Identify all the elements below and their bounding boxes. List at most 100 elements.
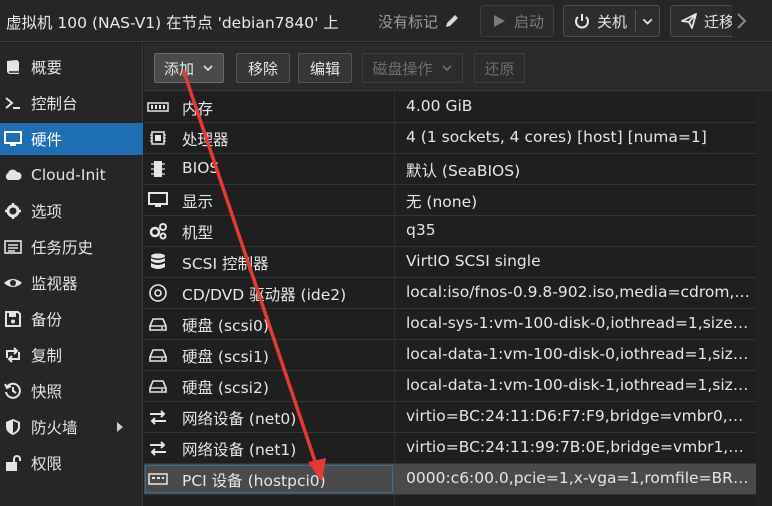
row-key: CD/DVD 驱动器 (ide2) (182, 286, 347, 304)
table-row[interactable]: 网络设备 (net0) virtio=BC:24:11:D6:F7:F9,bri… (144, 402, 756, 433)
revert-button-label: 还原 (484, 59, 515, 78)
table-row[interactable]: 内存 4.00 GiB (144, 92, 756, 123)
row-value: virtio=BC:24:11:D6:F7:F9,bridge=vmbr0,fi… (406, 407, 752, 425)
row-key: 网络设备 (net1) (182, 441, 297, 459)
hdd-icon (149, 349, 167, 362)
sidebar-item-label: 防火墙 (31, 419, 78, 437)
page-header: 虚拟机 100 (NAS-V1) 在节点 'debian7840' 上 没有标记… (0, 0, 772, 42)
sidebar-item-label: 选项 (31, 203, 63, 221)
history-icon (4, 382, 21, 399)
exchange-icon (150, 410, 166, 425)
chevron-down-icon (203, 65, 213, 72)
terminal-icon (5, 97, 20, 109)
row-value: local-data-1:vm-100-disk-1,iothread=1,si… (406, 376, 752, 394)
edit-button[interactable]: 编辑 (298, 53, 352, 83)
add-button[interactable]: 添加 (154, 53, 224, 83)
sidebar-item-label: 快照 (31, 383, 63, 401)
sidebar-item-console[interactable]: 控制台 (0, 87, 143, 119)
row-key: 显示 (182, 193, 214, 211)
cdrom-icon (149, 284, 167, 302)
row-value: 0000:c6:00.0,pcie=1,x-vga=1,romfile=BREN… (406, 469, 752, 487)
table-row[interactable]: BIOS 默认 (SeaBIOS) (144, 154, 756, 185)
sidebar-item-permissions[interactable]: 权限 (0, 447, 143, 479)
row-value: local-sys-1:vm-100-disk-0,iothread=1,siz… (406, 314, 752, 332)
row-value: VirtIO SCSI single (406, 252, 541, 270)
shutdown-button-label: 关机 (597, 12, 628, 31)
unlock-icon (6, 455, 21, 471)
cpu-icon (150, 131, 166, 145)
sidebar-item-firewall[interactable]: 防火墙 (0, 411, 143, 443)
revert-button[interactable]: 还原 (474, 53, 525, 83)
sidebar-item-label: 权限 (31, 455, 63, 473)
chevron-down-icon[interactable] (640, 12, 655, 30)
pencil-icon[interactable] (444, 13, 460, 29)
list-icon (4, 240, 22, 254)
sidebar-item-label: 监视器 (31, 275, 78, 293)
start-button[interactable]: 启动 (480, 5, 554, 37)
row-key: 硬盘 (scsi0) (182, 317, 269, 335)
retweet-icon (6, 347, 20, 363)
migrate-button[interactable]: 迁移 (670, 5, 732, 37)
table-row-selected[interactable]: PCI 设备 (hostpci0) 0000:c6:00.0,pcie=1,x-… (144, 464, 756, 495)
caret-right-icon[interactable] (115, 420, 125, 434)
row-value: 默认 (SeaBIOS) (406, 162, 521, 180)
eye-icon (4, 279, 22, 287)
row-value: 无 (none) (406, 193, 478, 211)
remove-button-label: 移除 (247, 59, 278, 78)
table-row[interactable]: 网络设备 (net1) virtio=BC:24:11:99:7B:0E,bri… (144, 433, 756, 464)
table-row[interactable]: 显示 无 (none) (144, 185, 756, 216)
row-value: 4.00 GiB (406, 97, 473, 115)
table-row[interactable]: CD/DVD 驱动器 (ide2) local:iso/fnos-0.9.8-9… (144, 278, 756, 309)
sidebar-item-label: 任务历史 (31, 239, 94, 257)
database-icon (151, 253, 165, 269)
sidebar-item-replication[interactable]: 复制 (0, 339, 143, 371)
exchange-icon (150, 441, 166, 456)
paper-plane-icon (681, 13, 697, 29)
migrate-button-label: 迁移 (704, 12, 732, 31)
shield-icon (6, 419, 20, 435)
row-key: PCI 设备 (hostpci0) (182, 472, 326, 490)
row-value: local:iso/fnos-0.9.8-902.iso,media=cdrom… (406, 283, 752, 301)
row-key: 硬盘 (scsi1) (182, 348, 269, 366)
sidebar-item-label: Cloud-Init (31, 166, 106, 184)
row-value: local-data-1:vm-100-disk-0,iothread=1,si… (406, 345, 752, 363)
hdd-icon (149, 380, 167, 393)
sidebar-item-snapshots[interactable]: 快照 (0, 375, 143, 407)
disk-action-button[interactable]: 磁盘操作 (362, 53, 463, 83)
microchip-icon (151, 161, 165, 177)
row-key: 内存 (182, 100, 214, 118)
table-row[interactable]: 处理器 4 (1 sockets, 4 cores) [host] [numa=… (144, 123, 756, 154)
remove-button[interactable]: 移除 (236, 53, 290, 83)
hardware-toolbar: 添加 移除 编辑 磁盘操作 还原 (144, 43, 772, 91)
sidebar-item-label: 复制 (31, 347, 63, 365)
table-row[interactable]: SCSI 控制器 VirtIO SCSI single (144, 247, 756, 278)
row-value: virtio=BC:24:11:99:7B:0E,bridge=vmbr1,fi… (406, 438, 752, 456)
sidebar-item-task-history[interactable]: 任务历史 (0, 231, 143, 263)
table-row[interactable]: 硬盘 (scsi2) local-data-1:vm-100-disk-1,io… (144, 371, 756, 402)
row-key: 网络设备 (net0) (182, 410, 297, 428)
sidebar-item-label: 备份 (31, 311, 63, 329)
cogs-icon (149, 223, 167, 240)
vertical-scrollbar[interactable] (756, 92, 772, 506)
sidebar-item-summary[interactable]: 概要 (0, 51, 143, 83)
table-row[interactable]: 硬盘 (scsi1) local-data-1:vm-100-disk-0,io… (144, 340, 756, 371)
sidebar-item-label: 硬件 (31, 131, 63, 149)
sidebar-item-label: 控制台 (31, 95, 78, 113)
chevron-right-icon[interactable] (733, 9, 749, 33)
start-button-label: 启动 (514, 12, 545, 31)
shutdown-button[interactable]: 关机 (563, 5, 660, 37)
sidebar-item-monitor[interactable]: 监视器 (0, 267, 143, 299)
memory-icon (147, 102, 169, 112)
sidebar-item-backup[interactable]: 备份 (0, 303, 143, 335)
row-key: 处理器 (182, 131, 229, 149)
sidebar-item-hardware[interactable]: 硬件 (0, 123, 143, 155)
sidebar-item-cloud-init[interactable]: Cloud-Init (0, 159, 143, 191)
play-icon (494, 15, 505, 27)
hdd-icon (149, 318, 167, 331)
sidebar-item-options[interactable]: 选项 (0, 195, 143, 227)
hardware-panel: 添加 移除 编辑 磁盘操作 还原 内存 4.00 GiB 处理器 4 (1 so (144, 43, 772, 506)
power-icon (575, 14, 589, 29)
table-row[interactable]: 机型 q35 (144, 216, 756, 247)
table-row[interactable]: 硬盘 (scsi0) local-sys-1:vm-100-disk-0,iot… (144, 309, 756, 340)
floppy-icon (5, 311, 21, 327)
